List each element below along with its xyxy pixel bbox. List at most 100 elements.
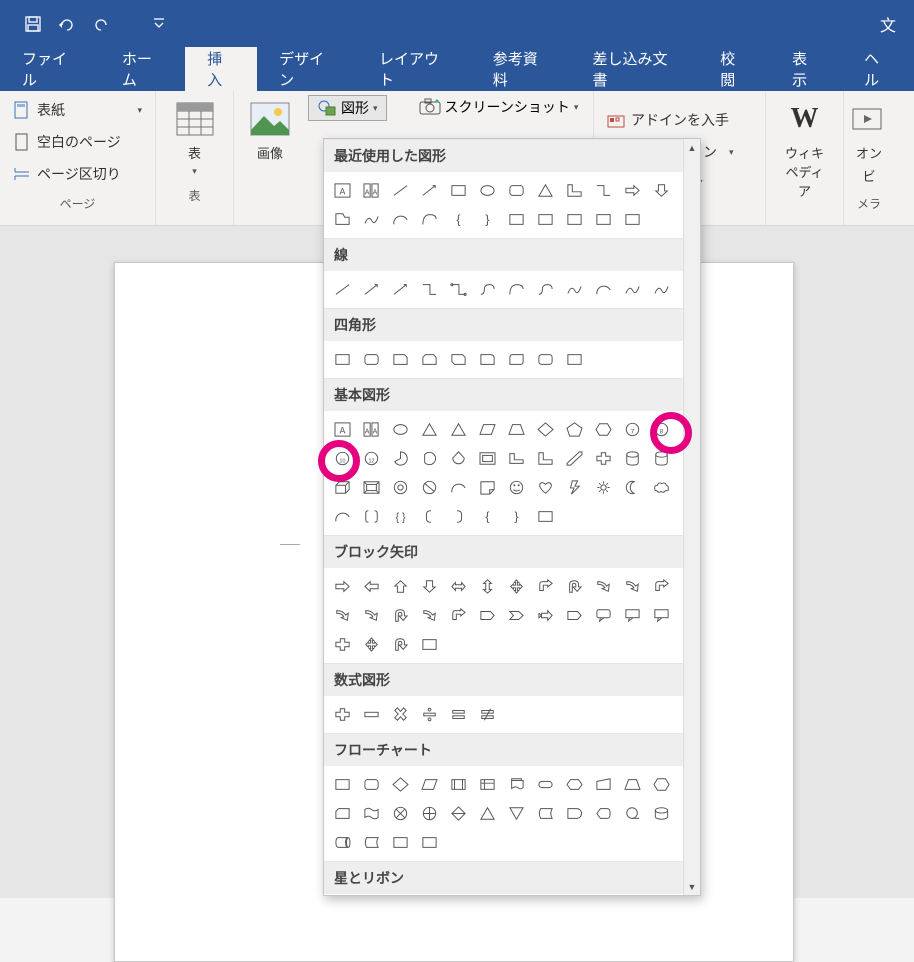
shape-item[interactable]	[502, 444, 531, 473]
cover-page-button[interactable]: 表紙 ▾	[6, 95, 149, 125]
shape-item[interactable]	[386, 601, 415, 630]
shape-item[interactable]	[560, 275, 589, 304]
shape-item[interactable]	[531, 502, 560, 531]
shape-item[interactable]	[560, 205, 589, 234]
shape-item[interactable]	[357, 601, 386, 630]
shape-item[interactable]	[560, 415, 589, 444]
qat-customize-icon[interactable]	[144, 9, 174, 39]
shape-item[interactable]	[473, 700, 502, 729]
shape-item[interactable]: AA	[357, 415, 386, 444]
shape-item[interactable]: 7	[618, 415, 647, 444]
shape-item[interactable]	[531, 275, 560, 304]
shapes-button[interactable]: 図形 ▾	[308, 95, 387, 121]
shape-item[interactable]	[473, 345, 502, 374]
shape-item[interactable]	[647, 572, 676, 601]
shape-item[interactable]	[502, 345, 531, 374]
shape-item[interactable]	[473, 770, 502, 799]
shape-item[interactable]	[415, 444, 444, 473]
shape-item[interactable]	[444, 601, 473, 630]
save-icon[interactable]	[18, 9, 48, 39]
tab-file[interactable]: ファイル	[0, 47, 100, 91]
shape-item[interactable]	[415, 572, 444, 601]
scroll-down-icon[interactable]: ▼	[684, 878, 700, 895]
shape-item[interactable]	[618, 176, 647, 205]
shape-item[interactable]	[560, 770, 589, 799]
shape-item[interactable]	[531, 473, 560, 502]
page-break-button[interactable]: ページ区切り	[6, 159, 149, 189]
shape-item[interactable]	[531, 572, 560, 601]
shape-item[interactable]	[444, 770, 473, 799]
shape-item[interactable]	[444, 444, 473, 473]
shape-item[interactable]	[560, 473, 589, 502]
shape-item[interactable]	[444, 415, 473, 444]
table-button[interactable]: 表 ▾	[165, 95, 225, 181]
shape-item[interactable]	[618, 205, 647, 234]
shape-item[interactable]	[357, 828, 386, 857]
shape-item[interactable]	[647, 275, 676, 304]
shape-item[interactable]	[415, 275, 444, 304]
shape-item[interactable]	[502, 275, 531, 304]
screenshot-button[interactable]: スクリーンショット ▾	[413, 95, 585, 119]
shape-item[interactable]	[328, 700, 357, 729]
shape-item[interactable]	[415, 502, 444, 531]
shape-item[interactable]	[357, 572, 386, 601]
shape-item[interactable]	[589, 473, 618, 502]
shape-item[interactable]	[415, 473, 444, 502]
wikipedia-button[interactable]: W ウィキペディア	[772, 95, 837, 204]
shape-item[interactable]	[502, 601, 531, 630]
shape-item[interactable]	[357, 502, 386, 531]
shape-item[interactable]	[328, 473, 357, 502]
shape-item[interactable]	[415, 345, 444, 374]
shape-item[interactable]	[357, 205, 386, 234]
shape-item[interactable]	[386, 444, 415, 473]
shape-item[interactable]	[386, 176, 415, 205]
shape-item[interactable]	[502, 415, 531, 444]
shape-item[interactable]	[386, 205, 415, 234]
scroll-up-icon[interactable]: ▲	[684, 139, 700, 156]
shape-item[interactable]	[531, 345, 560, 374]
shape-item[interactable]	[473, 601, 502, 630]
shape-item[interactable]	[589, 275, 618, 304]
undo-icon[interactable]	[52, 9, 82, 39]
shape-item[interactable]	[415, 799, 444, 828]
shape-item[interactable]	[386, 700, 415, 729]
shape-item[interactable]	[502, 770, 531, 799]
shape-item[interactable]: A	[328, 415, 357, 444]
shape-item[interactable]	[531, 205, 560, 234]
shape-item[interactable]	[386, 828, 415, 857]
shape-item[interactable]	[589, 176, 618, 205]
shape-item[interactable]	[328, 799, 357, 828]
shape-item[interactable]	[473, 176, 502, 205]
shape-item[interactable]	[386, 415, 415, 444]
shape-item[interactable]	[531, 799, 560, 828]
shape-item[interactable]	[647, 770, 676, 799]
shape-item[interactable]	[560, 444, 589, 473]
shape-item[interactable]	[647, 444, 676, 473]
shape-item[interactable]	[531, 770, 560, 799]
shape-item[interactable]	[444, 502, 473, 531]
shape-item[interactable]	[618, 444, 647, 473]
shape-item[interactable]	[386, 630, 415, 659]
shape-item[interactable]	[328, 345, 357, 374]
shape-item[interactable]	[444, 176, 473, 205]
shape-item[interactable]	[589, 205, 618, 234]
shape-item[interactable]	[328, 770, 357, 799]
shape-item[interactable]	[473, 444, 502, 473]
shape-item[interactable]	[618, 275, 647, 304]
shape-item[interactable]	[357, 345, 386, 374]
shape-item[interactable]: AA	[357, 176, 386, 205]
shape-item[interactable]	[386, 345, 415, 374]
shape-item[interactable]	[357, 630, 386, 659]
shape-item[interactable]: 12	[357, 444, 386, 473]
shape-item[interactable]	[560, 176, 589, 205]
shape-item[interactable]: 8	[647, 415, 676, 444]
shape-item[interactable]	[502, 176, 531, 205]
shape-item[interactable]	[357, 700, 386, 729]
shape-item[interactable]	[531, 444, 560, 473]
shape-item[interactable]	[415, 770, 444, 799]
tab-mailings[interactable]: 差し込み文書	[571, 47, 699, 91]
shape-item[interactable]	[328, 205, 357, 234]
redo-icon[interactable]	[86, 9, 116, 39]
shape-item[interactable]	[647, 176, 676, 205]
shape-item[interactable]	[415, 415, 444, 444]
